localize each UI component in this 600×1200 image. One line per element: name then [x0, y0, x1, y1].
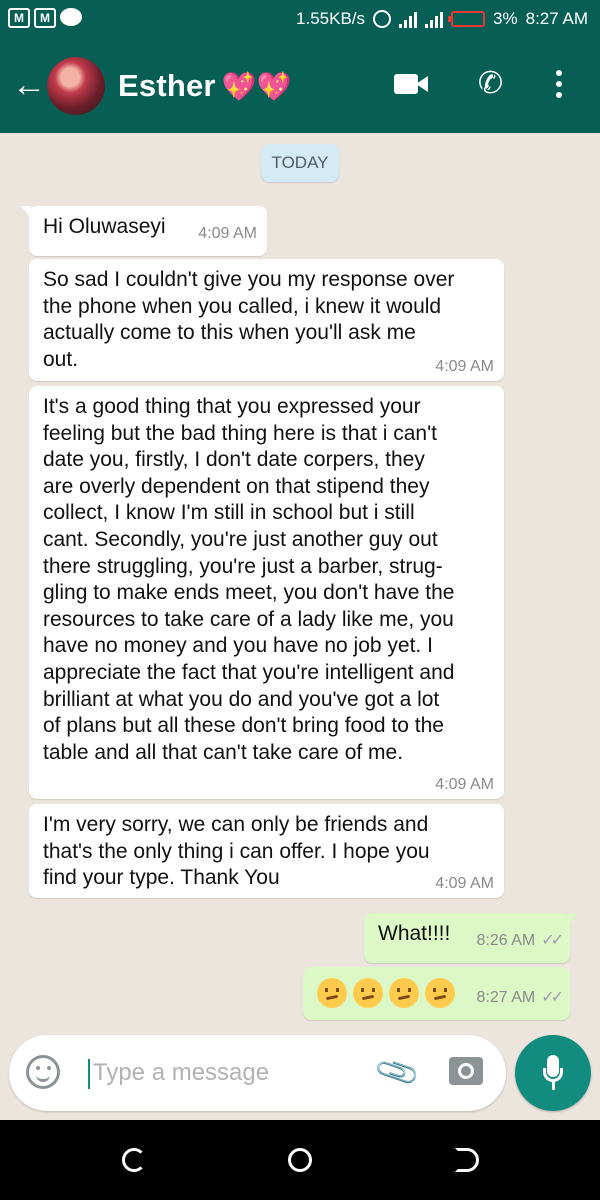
chat-area[interactable]: TODAY Hi Oluwaseyi 4:09 AM So sad I coul…	[0, 133, 600, 1120]
message-line: So sad I couldn't give you my response o…	[43, 268, 455, 291]
message-time: 8:27 AM	[476, 989, 536, 1007]
notification-icons: M M	[8, 8, 82, 28]
message-line: gling to make ends meet, you don't have …	[43, 581, 455, 605]
message-line: there struggling, you're just a barber, …	[43, 554, 443, 578]
battery-percentage: 3%	[493, 9, 518, 28]
gmail-icon: M	[8, 8, 30, 28]
alarm-icon	[373, 10, 392, 28]
signal-icon	[399, 10, 418, 28]
message-line: appreciate the fact that you're intellig…	[43, 660, 455, 684]
message-line: the phone when you called, i knew it wou…	[43, 294, 442, 318]
message-incoming[interactable]: I'm very sorry, we can only be friends a…	[29, 804, 504, 898]
recent-apps-icon[interactable]	[122, 1148, 146, 1172]
gmail-icon: M	[34, 8, 56, 28]
message-line: collect, I know I'm still in school but …	[43, 501, 415, 525]
message-outgoing[interactable]: 8:27 AM ✓✓	[303, 967, 570, 1020]
contact-name-emoji: 💖💖	[221, 71, 292, 102]
camera-icon[interactable]	[449, 1057, 483, 1085]
message-line: date you, firstly, I don't date corpers,…	[43, 448, 425, 472]
mic-button[interactable]	[515, 1035, 591, 1111]
message-line: brilliant at what you do and you've got …	[43, 687, 440, 711]
system-indicators: 1.55KB/s 3% 8:27 AM	[296, 9, 588, 29]
message-line: out.	[43, 347, 79, 371]
message-time: 4:09 AM	[198, 225, 257, 243]
battery-icon	[448, 11, 486, 27]
message-time: 4:09 AM	[435, 358, 494, 375]
status-time: 8:27 AM	[525, 9, 588, 28]
chat-bubble-icon	[60, 8, 82, 26]
emoji-icon[interactable]	[26, 1055, 60, 1089]
message-incoming[interactable]: It's a good thing that you expressed you…	[29, 386, 504, 799]
home-icon[interactable]	[288, 1148, 312, 1172]
back-arrow-icon[interactable]: ←	[12, 68, 46, 102]
attach-icon[interactable]: 📎	[373, 1048, 423, 1097]
confused-face-emoji	[389, 978, 419, 1008]
avatar[interactable]	[47, 57, 105, 115]
confused-face-emoji	[353, 978, 383, 1008]
message-line: find your type. Thank You	[43, 866, 280, 890]
back-icon[interactable]	[455, 1148, 479, 1172]
message-incoming[interactable]: So sad I couldn't give you my response o…	[29, 259, 504, 381]
video-call-icon[interactable]	[394, 68, 428, 94]
text-cursor	[88, 1059, 90, 1089]
signal-icon	[425, 10, 444, 28]
message-line: table and all that can't take care of me…	[43, 740, 404, 764]
message-incoming[interactable]: Hi Oluwaseyi 4:09 AM	[21, 206, 267, 256]
network-speed: 1.55KB/s	[296, 9, 366, 28]
message-line: have no money and you have no job yet. I	[43, 634, 433, 658]
message-line: are overly dependent on that stipend the…	[43, 474, 430, 498]
contact-name-text: Esther	[118, 68, 216, 103]
chat-header: ← Esther 💖💖 ✆	[0, 40, 600, 133]
message-line: resources to take care of a lady like me…	[43, 607, 454, 631]
message-time: 8:26 AM	[476, 932, 536, 950]
navigation-bar	[0, 1120, 600, 1200]
confused-face-emoji	[425, 978, 455, 1008]
message-line: that's the only thing i can offer. I hop…	[43, 839, 430, 863]
contact-name[interactable]: Esther 💖💖	[118, 68, 292, 104]
read-receipt-icon: ✓✓	[541, 932, 564, 950]
message-outgoing[interactable]: What!!!! 8:26 AM ✓✓	[364, 913, 578, 963]
message-input[interactable]: Type a message	[93, 1059, 269, 1087]
message-line: actually come to this when you'll ask me	[43, 321, 416, 345]
message-line: feeling but the bad thing here is that i…	[43, 421, 437, 445]
message-line: I'm very sorry, we can only be friends a…	[43, 813, 429, 836]
message-meta: 8:26 AM ✓✓	[476, 928, 564, 955]
message-time: 4:09 AM	[435, 776, 494, 793]
voice-call-icon[interactable]: ✆	[478, 66, 503, 101]
message-line: It's a good thing that you expressed you…	[43, 395, 421, 418]
message-meta: 8:27 AM ✓✓	[476, 985, 564, 1012]
message-line: of plans but all these don't bring food …	[43, 714, 444, 738]
message-time: 4:09 AM	[435, 875, 494, 892]
status-bar: M M 1.55KB/s 3% 8:27 AM	[0, 0, 600, 40]
date-divider: TODAY	[261, 144, 339, 182]
message-composer: Type a message 📎	[9, 1035, 506, 1111]
message-line: cant. Secondly, you're just another guy …	[43, 527, 438, 551]
more-options-icon[interactable]	[556, 70, 562, 103]
confused-face-emoji	[317, 978, 347, 1008]
read-receipt-icon: ✓✓	[541, 989, 564, 1007]
